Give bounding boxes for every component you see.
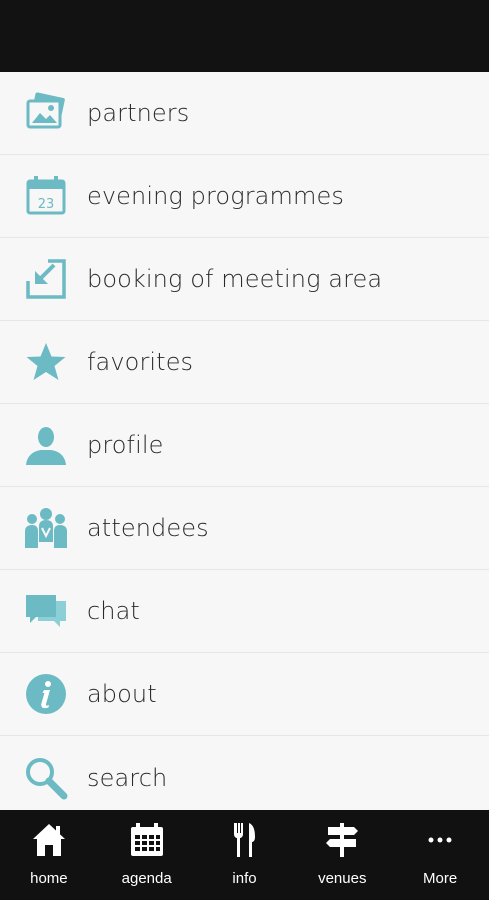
menu-item-label: favorites bbox=[87, 348, 194, 376]
booking-arrow-icon bbox=[24, 257, 68, 301]
menu-item-about[interactable]: about bbox=[0, 653, 489, 736]
menu-item-profile[interactable]: profile bbox=[0, 404, 489, 487]
menu-item-booking-meeting-area[interactable]: booking of meeting area bbox=[0, 238, 489, 321]
app-screen: partners 23 evening programmes booking o… bbox=[0, 0, 489, 900]
menu-item-label: about bbox=[87, 680, 157, 708]
bottom-nav-bar: home agenda info venues More bbox=[0, 810, 489, 900]
calendar-icon: 23 bbox=[24, 174, 68, 218]
menu-item-label: profile bbox=[87, 431, 164, 459]
signpost-icon bbox=[322, 820, 362, 860]
nav-label: agenda bbox=[121, 870, 172, 887]
nav-label: info bbox=[232, 870, 257, 887]
nav-item-agenda[interactable]: agenda bbox=[98, 810, 196, 900]
menu-item-favorites[interactable]: favorites bbox=[0, 321, 489, 404]
agenda-calendar-icon bbox=[127, 820, 167, 860]
menu-item-attendees[interactable]: attendees bbox=[0, 487, 489, 570]
menu-item-label: attendees bbox=[87, 514, 209, 542]
nav-label: home bbox=[30, 870, 68, 887]
nav-label: More bbox=[422, 870, 458, 887]
menu-item-label: chat bbox=[87, 597, 140, 625]
menu-item-chat[interactable]: chat bbox=[0, 570, 489, 653]
calendar-day-number: 23 bbox=[38, 197, 55, 212]
menu-item-label: booking of meeting area bbox=[87, 265, 383, 293]
menu-list: partners 23 evening programmes booking o… bbox=[0, 72, 489, 810]
menu-item-evening-programmes[interactable]: 23 evening programmes bbox=[0, 155, 489, 238]
nav-item-more[interactable]: More bbox=[391, 810, 489, 900]
person-icon bbox=[24, 423, 68, 467]
nav-label: venues bbox=[318, 870, 367, 887]
nav-item-info[interactable]: info bbox=[196, 810, 294, 900]
menu-item-partners[interactable]: partners bbox=[0, 72, 489, 155]
more-dots-icon bbox=[420, 820, 460, 860]
people-icon bbox=[24, 506, 68, 550]
home-icon bbox=[29, 820, 69, 860]
nav-item-home[interactable]: home bbox=[0, 810, 98, 900]
menu-item-label: evening programmes bbox=[87, 182, 344, 210]
nav-item-venues[interactable]: venues bbox=[293, 810, 391, 900]
menu-item-search[interactable]: search bbox=[0, 736, 489, 810]
status-bar bbox=[0, 0, 489, 72]
pictures-icon bbox=[24, 91, 68, 135]
star-icon bbox=[24, 340, 68, 384]
info-icon bbox=[24, 672, 68, 716]
fork-knife-icon bbox=[224, 820, 264, 860]
search-icon bbox=[24, 756, 68, 800]
menu-item-label: partners bbox=[87, 99, 190, 127]
chat-bubbles-icon bbox=[24, 589, 68, 633]
menu-item-label: search bbox=[87, 763, 168, 792]
